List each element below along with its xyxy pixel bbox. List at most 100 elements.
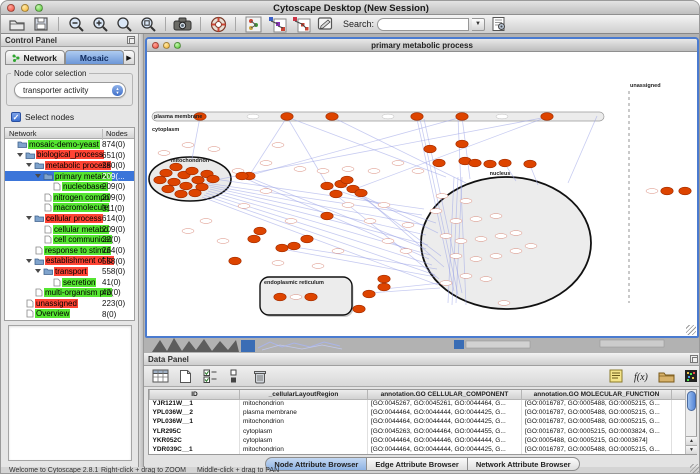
new-attribute-icon[interactable]	[175, 368, 195, 385]
zoom-out-icon[interactable]	[66, 16, 86, 33]
status-pan-hint: Middle-click + drag to PAN	[197, 467, 279, 474]
expand-arrow-icon[interactable]	[17, 153, 23, 157]
matrix-view-icon[interactable]	[681, 368, 700, 385]
network-view-titlebar[interactable]: primary metabolic process	[147, 39, 697, 52]
tree-row-node-count: 874(0)	[102, 140, 125, 149]
tree-row[interactable]: unassigned223(0)	[5, 298, 134, 309]
tree-row[interactable]: mosaic-demo-yeast874(0)	[5, 139, 134, 150]
tree-row-label: macromolecule	[53, 203, 109, 212]
table-row[interactable]: YPL036W__2plasma membrane[GO:0044464, GO…	[150, 408, 686, 417]
unselect-attributes-icon[interactable]	[225, 368, 245, 385]
tree-row[interactable]: biological_process651(0)	[5, 150, 134, 161]
table-column-header[interactable]: annotation.GO CELLULAR_COMPONENT	[368, 390, 522, 399]
tree-row[interactable]: nitrogen compo209(0)	[5, 192, 134, 203]
expand-arrow-icon[interactable]	[26, 216, 32, 220]
tree-row[interactable]: transport558(0)	[5, 266, 134, 277]
indent-spacer	[44, 186, 51, 187]
app-resize-grip[interactable]	[690, 464, 699, 473]
tree-row[interactable]: response to stimul264(0)	[5, 245, 134, 256]
window-resize-grip[interactable]	[686, 325, 696, 335]
attribute-table-icon[interactable]	[150, 368, 170, 385]
import-attributes-folder-icon[interactable]	[656, 368, 676, 385]
file-icon	[26, 299, 34, 308]
zoom-fit-icon[interactable]	[114, 16, 134, 33]
tree-row[interactable]: multi-organism pro42(0)	[5, 287, 134, 298]
svg-text:unassigned: unassigned	[630, 83, 661, 89]
indent-spacer	[35, 229, 42, 230]
tree-row-node-count: 280(0)	[102, 161, 125, 170]
open-icon[interactable]	[7, 16, 27, 33]
combobox-stepper-icon: ▲▼	[112, 85, 123, 96]
file-icon	[53, 278, 61, 287]
layout-icon-3[interactable]	[291, 16, 311, 33]
table-row[interactable]: YKR052Ccytoplasm[GO:0044464, GO:0044446,…	[150, 436, 686, 445]
birds-eye-view[interactable]	[8, 325, 132, 461]
scroll-down-button[interactable]: ▼	[686, 445, 697, 454]
float-data-panel-icon[interactable]	[690, 355, 698, 363]
tree-row[interactable]: macromolecule311(0)	[5, 203, 134, 214]
mdi-desktop: primary metabolic process plasma membran…	[144, 34, 700, 353]
select-nodes-checkbox[interactable]: ✓	[11, 112, 21, 122]
save-icon[interactable]	[31, 16, 51, 33]
file-icon	[35, 246, 43, 255]
delete-attribute-trash-icon[interactable]	[250, 368, 270, 385]
help-lifering-icon[interactable]	[208, 16, 228, 33]
table-column-header[interactable]: _cellularLayoutRegion	[240, 390, 368, 399]
annotation-icon[interactable]	[315, 16, 335, 33]
tab-mosaic[interactable]: Mosaic	[65, 50, 125, 65]
tree-row[interactable]: cell communicat22(0)	[5, 234, 134, 245]
table-column-header[interactable]: ID	[150, 390, 240, 399]
search-dropdown-button[interactable]: ▼	[472, 18, 485, 31]
scroll-up-button[interactable]: ▲	[686, 436, 697, 445]
search-config-icon[interactable]	[489, 16, 509, 33]
more-tabs-button[interactable]: ▶	[124, 50, 135, 65]
svg-text:endoplasmic reticulum: endoplasmic reticulum	[264, 280, 324, 286]
tree-row[interactable]: secretion41(0)	[5, 277, 134, 288]
indent-spacer	[17, 313, 24, 314]
table-row[interactable]: YDR039C__1mitochondrion[GO:0044464, GO:0…	[150, 445, 686, 454]
control-panel: Control Panel Network Mosaic ▶ Node colo…	[1, 34, 138, 467]
attribute-list-icon[interactable]	[606, 368, 626, 385]
node-color-combobox[interactable]: transporter activity ▲▼	[14, 82, 126, 98]
file-icon	[44, 193, 52, 202]
select-attributes-icon[interactable]	[200, 368, 220, 385]
snapshot-camera-icon[interactable]	[173, 16, 193, 33]
expand-arrow-icon[interactable]	[26, 163, 32, 167]
expand-arrow-icon[interactable]	[35, 174, 41, 178]
zoom-in-icon[interactable]	[90, 16, 110, 33]
data-panel-title: Data Panel	[148, 355, 189, 364]
function-builder-icon[interactable]: f(x)	[631, 368, 651, 385]
file-icon	[44, 203, 52, 212]
tree-row-node-count: 651(0)	[102, 151, 125, 160]
tree-row[interactable]: primary metabo209(...	[5, 171, 134, 182]
file-icon	[44, 235, 52, 244]
tree-row-label: Overview	[35, 309, 70, 318]
tab-network[interactable]: Network	[5, 50, 65, 65]
float-panel-icon[interactable]	[127, 36, 135, 44]
tree-row-node-count: 558(0)	[102, 267, 125, 276]
layout-icon-1[interactable]	[243, 16, 263, 33]
layout-icon-2[interactable]	[267, 16, 287, 33]
zoom-selected-icon[interactable]	[138, 16, 158, 33]
tree-row[interactable]: metabolic process280(0)	[5, 160, 134, 171]
tree-column-network[interactable]: Network	[9, 129, 37, 138]
tree-row[interactable]: cellular metabo209(0)	[5, 224, 134, 235]
tree-row-node-count: 22(0)	[102, 235, 121, 244]
tree-row[interactable]: cellular process614(0)	[5, 213, 134, 224]
table-row[interactable]: YPL036W__1mitochondrion[GO:0044464, GO:0…	[150, 417, 686, 426]
expand-arrow-icon[interactable]	[35, 269, 41, 273]
tree-row[interactable]: nucleobase-209(0)	[5, 181, 134, 192]
expand-arrow-icon[interactable]	[26, 259, 32, 263]
network-canvas[interactable]: plasma membranecytoplasmmitochondrionnuc…	[148, 53, 696, 334]
table-column-header[interactable]: annotation.GO MOLECULAR_FUNCTION	[522, 390, 672, 399]
table-row[interactable]: YJR121W__1mitochondrion[GO:0045267, GO:0…	[150, 399, 686, 408]
tree-row[interactable]: Overview8(0)	[5, 309, 134, 320]
table-scrollbar[interactable]: ▲ ▼	[685, 390, 696, 454]
table-row[interactable]: YLR295Ccytoplasm[GO:0045263, GO:0044464,…	[150, 427, 686, 436]
tree-row[interactable]: establishment of lo558(0)	[5, 256, 134, 267]
scrollbar-thumb[interactable]	[687, 391, 696, 411]
folder-icon	[43, 172, 53, 180]
tree-row-label: nucleobase-	[62, 182, 108, 191]
search-input[interactable]	[377, 18, 469, 31]
control-panel-title: Control Panel	[5, 36, 57, 45]
